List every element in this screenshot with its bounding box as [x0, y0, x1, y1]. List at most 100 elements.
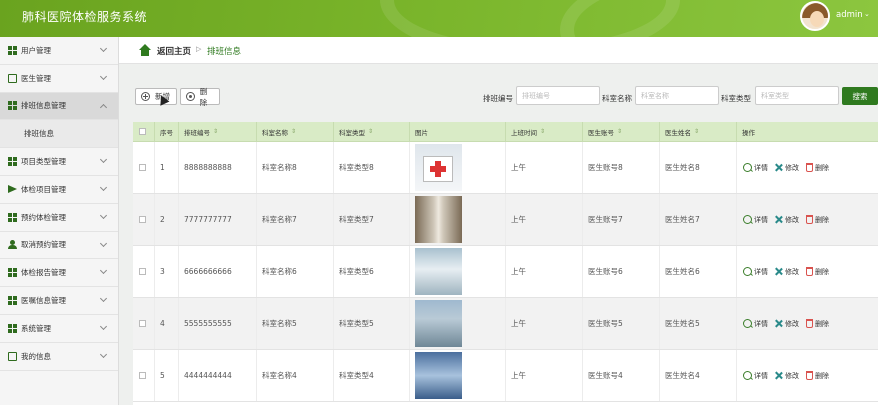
row-select-cell[interactable]: [133, 298, 155, 349]
cell-picture: [410, 142, 506, 193]
row-select-cell[interactable]: [133, 194, 155, 245]
cell-doctor-name: 医生姓名6: [660, 246, 737, 297]
detail-button[interactable]: 详情: [743, 215, 768, 225]
column-header: 图片: [410, 122, 506, 141]
sidebar-item-appointment[interactable]: 预约体检管理: [0, 204, 118, 232]
cell-index: 1: [155, 142, 179, 193]
cell-work-time: 上午: [506, 142, 583, 193]
grid-icon: [8, 157, 17, 167]
edit-button[interactable]: 修改: [774, 163, 799, 173]
delete-button[interactable]: 删除: [180, 87, 220, 107]
sidebar-item-user-management[interactable]: 用户管理: [0, 37, 118, 65]
dept-photo[interactable]: [415, 196, 462, 243]
delete-row-button[interactable]: 删除: [805, 163, 829, 173]
header-select-all[interactable]: [133, 122, 155, 141]
schedule-code-input[interactable]: [516, 86, 600, 105]
row-checkbox[interactable]: [139, 268, 146, 275]
sort-icon: ⇕: [617, 128, 623, 135]
cell-doctor-account: 医生账号5: [583, 298, 660, 349]
column-header[interactable]: 上班时间 ⇕: [506, 122, 583, 141]
dept-name-input[interactable]: [635, 86, 719, 105]
cell-schedule-code: 5555555555: [179, 298, 257, 349]
cell-schedule-code: 7777777777: [179, 194, 257, 245]
detail-button[interactable]: 详情: [743, 163, 768, 173]
sort-icon: ⇕: [368, 128, 374, 135]
delete-row-button[interactable]: 删除: [805, 371, 829, 381]
edit-icon: [774, 215, 783, 224]
sidebar-item-system[interactable]: 系统管理: [0, 315, 118, 343]
delete-row-button[interactable]: 删除: [805, 267, 829, 277]
avatar[interactable]: [800, 1, 830, 31]
sidebar-item-my-info[interactable]: 我的信息: [0, 343, 118, 371]
cell-index: 5: [155, 350, 179, 401]
breadcrumb-home[interactable]: 返回主页: [157, 45, 191, 57]
edit-button[interactable]: 修改: [774, 267, 799, 277]
dept-photo[interactable]: [415, 144, 462, 191]
row-checkbox[interactable]: [139, 164, 146, 171]
chevron-down-icon: [99, 72, 108, 80]
column-header[interactable]: 医生账号 ⇕: [583, 122, 660, 141]
cell-dept-name: 科室名称7: [257, 194, 334, 245]
column-header[interactable]: 排班编号 ⇕: [179, 122, 257, 141]
row-checkbox[interactable]: [139, 216, 146, 223]
cell-doctor-account: 医生账号8: [583, 142, 660, 193]
sidebar-item-schedule-management[interactable]: 排班信息管理: [0, 92, 118, 121]
edit-button[interactable]: 修改: [774, 215, 799, 225]
top-bar: 肺科医院体检服务系统 admin ⌄: [0, 0, 878, 37]
select-all-checkbox[interactable]: [139, 128, 146, 135]
cell-dept-type: 科室类型7: [334, 194, 410, 245]
dept-photo[interactable]: [415, 248, 462, 295]
row-select-cell[interactable]: [133, 142, 155, 193]
chevron-down-icon[interactable]: ⌄: [864, 10, 870, 18]
row-select-cell[interactable]: [133, 246, 155, 297]
dept-photo[interactable]: [415, 352, 462, 399]
search-button[interactable]: 搜索: [842, 87, 878, 105]
dept-photo[interactable]: [415, 300, 462, 347]
sidebar-item-project-type[interactable]: 项目类型管理: [0, 148, 118, 176]
sort-icon: ⇕: [213, 128, 219, 135]
delete-row-button[interactable]: 删除: [805, 215, 829, 225]
row-checkbox[interactable]: [139, 372, 146, 379]
trash-icon: [806, 267, 813, 276]
grid-icon: [8, 296, 17, 306]
chevron-down-icon: [99, 211, 108, 219]
sidebar-item-exam-report[interactable]: 体检报告管理: [0, 259, 118, 288]
sidebar-subitem-schedule-info[interactable]: 排班信息: [0, 120, 118, 149]
sidebar-item-doctor-management[interactable]: 医生管理: [0, 65, 118, 93]
sidebar-item-cancel-appointment[interactable]: 取消预约管理: [0, 232, 118, 260]
grid-icon: [8, 212, 17, 222]
column-header[interactable]: 科室类型 ⇕: [334, 122, 410, 141]
row-checkbox[interactable]: [139, 320, 146, 327]
table-row: 5 4444444444 科室名称4 科室类型4 上午 医生账号4 医生姓名4 详情 修改 删除: [133, 350, 878, 402]
cell-actions: 详情 修改 删除: [737, 142, 878, 193]
cell-doctor-name: 医生姓名7: [660, 194, 737, 245]
edit-button[interactable]: 修改: [774, 371, 799, 381]
cell-picture: [410, 194, 506, 245]
home-icon[interactable]: [139, 44, 151, 56]
column-header[interactable]: 科室名称 ⇕: [257, 122, 334, 141]
detail-button[interactable]: 详情: [743, 267, 768, 277]
user-name[interactable]: admin: [836, 10, 863, 20]
cell-schedule-code: 4444444444: [179, 350, 257, 401]
delete-row-button[interactable]: 删除: [805, 319, 829, 329]
table-body: 1 8888888888 科室名称8 科室类型8 上午 医生账号8 医生姓名8 详情 修改 删除 2…: [133, 142, 878, 402]
table-row: 1 8888888888 科室名称8 科室类型8 上午 医生账号8 医生姓名8 详情 修改 删除: [133, 142, 878, 194]
sidebar-item-medical-advice[interactable]: 医嘱信息管理: [0, 287, 118, 315]
plane-icon: [8, 185, 17, 194]
row-select-cell[interactable]: [133, 350, 155, 401]
grid-icon: [8, 101, 17, 111]
sidebar-item-exam-project[interactable]: 体检项目管理: [0, 176, 118, 204]
sidebar-item-label: 取消预约管理: [21, 240, 66, 250]
doc-icon: [8, 73, 17, 83]
column-header[interactable]: 医生姓名 ⇕: [660, 122, 737, 141]
cell-doctor-name: 医生姓名5: [660, 298, 737, 349]
cell-index: 4: [155, 298, 179, 349]
cell-work-time: 上午: [506, 246, 583, 297]
edit-button[interactable]: 修改: [774, 319, 799, 329]
detail-button[interactable]: 详情: [743, 371, 768, 381]
sort-icon: ⇕: [540, 128, 546, 135]
dept-type-input[interactable]: [755, 86, 839, 105]
chevron-down-icon: [99, 322, 108, 331]
detail-button[interactable]: 详情: [743, 319, 768, 329]
plus-icon: [141, 92, 150, 101]
